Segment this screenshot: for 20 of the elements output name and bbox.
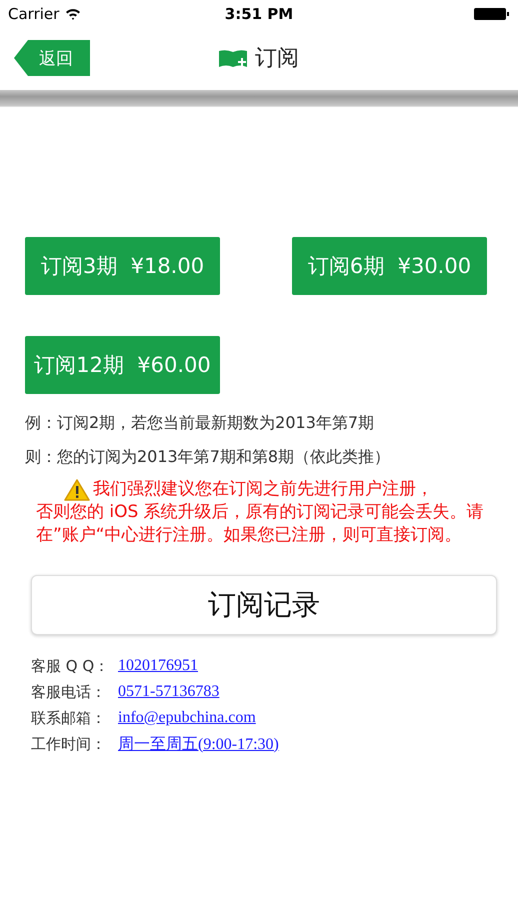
contact-label: 工作时间： [31,734,107,754]
contact-label: 联系邮箱： [31,708,107,728]
warning-text: 我们强烈建议您在订阅之前先进行用户注册， [93,478,433,501]
example-text: 则：您的订阅为2013年第7期和第8期（依此类推） [25,446,392,468]
warning-text: 否则您的 iOS 系统升级后，原有的订阅记录可能会丢失。请在”账户“中心进行注册。如果您已注册，则可直接订阅。 [36,501,485,547]
records-button[interactable]: 订阅记录 [31,575,497,635]
contact-label: 客服 Q Q： [31,656,110,676]
example-text: 例：订阅2期，若您当前最新期数为2013年第7期 [25,412,376,434]
contact-link[interactable]: 1020176951 [118,657,198,675]
contact-link[interactable]: info@epubchina.com [118,709,256,727]
carrier-name: Carrier [8,5,60,23]
contact-link[interactable]: 周一至周五(9:00-17:30) [118,734,279,754]
status-time: 3:51 PM [224,5,294,23]
book-icon [219,49,249,67]
battery-icon [474,7,510,21]
page-title: 订阅 [255,45,299,73]
warning-icon [64,478,90,500]
contact-link[interactable]: 0571-57136783 [118,683,220,701]
wifi-icon [65,8,82,20]
contact-label: 客服电话： [31,682,107,702]
